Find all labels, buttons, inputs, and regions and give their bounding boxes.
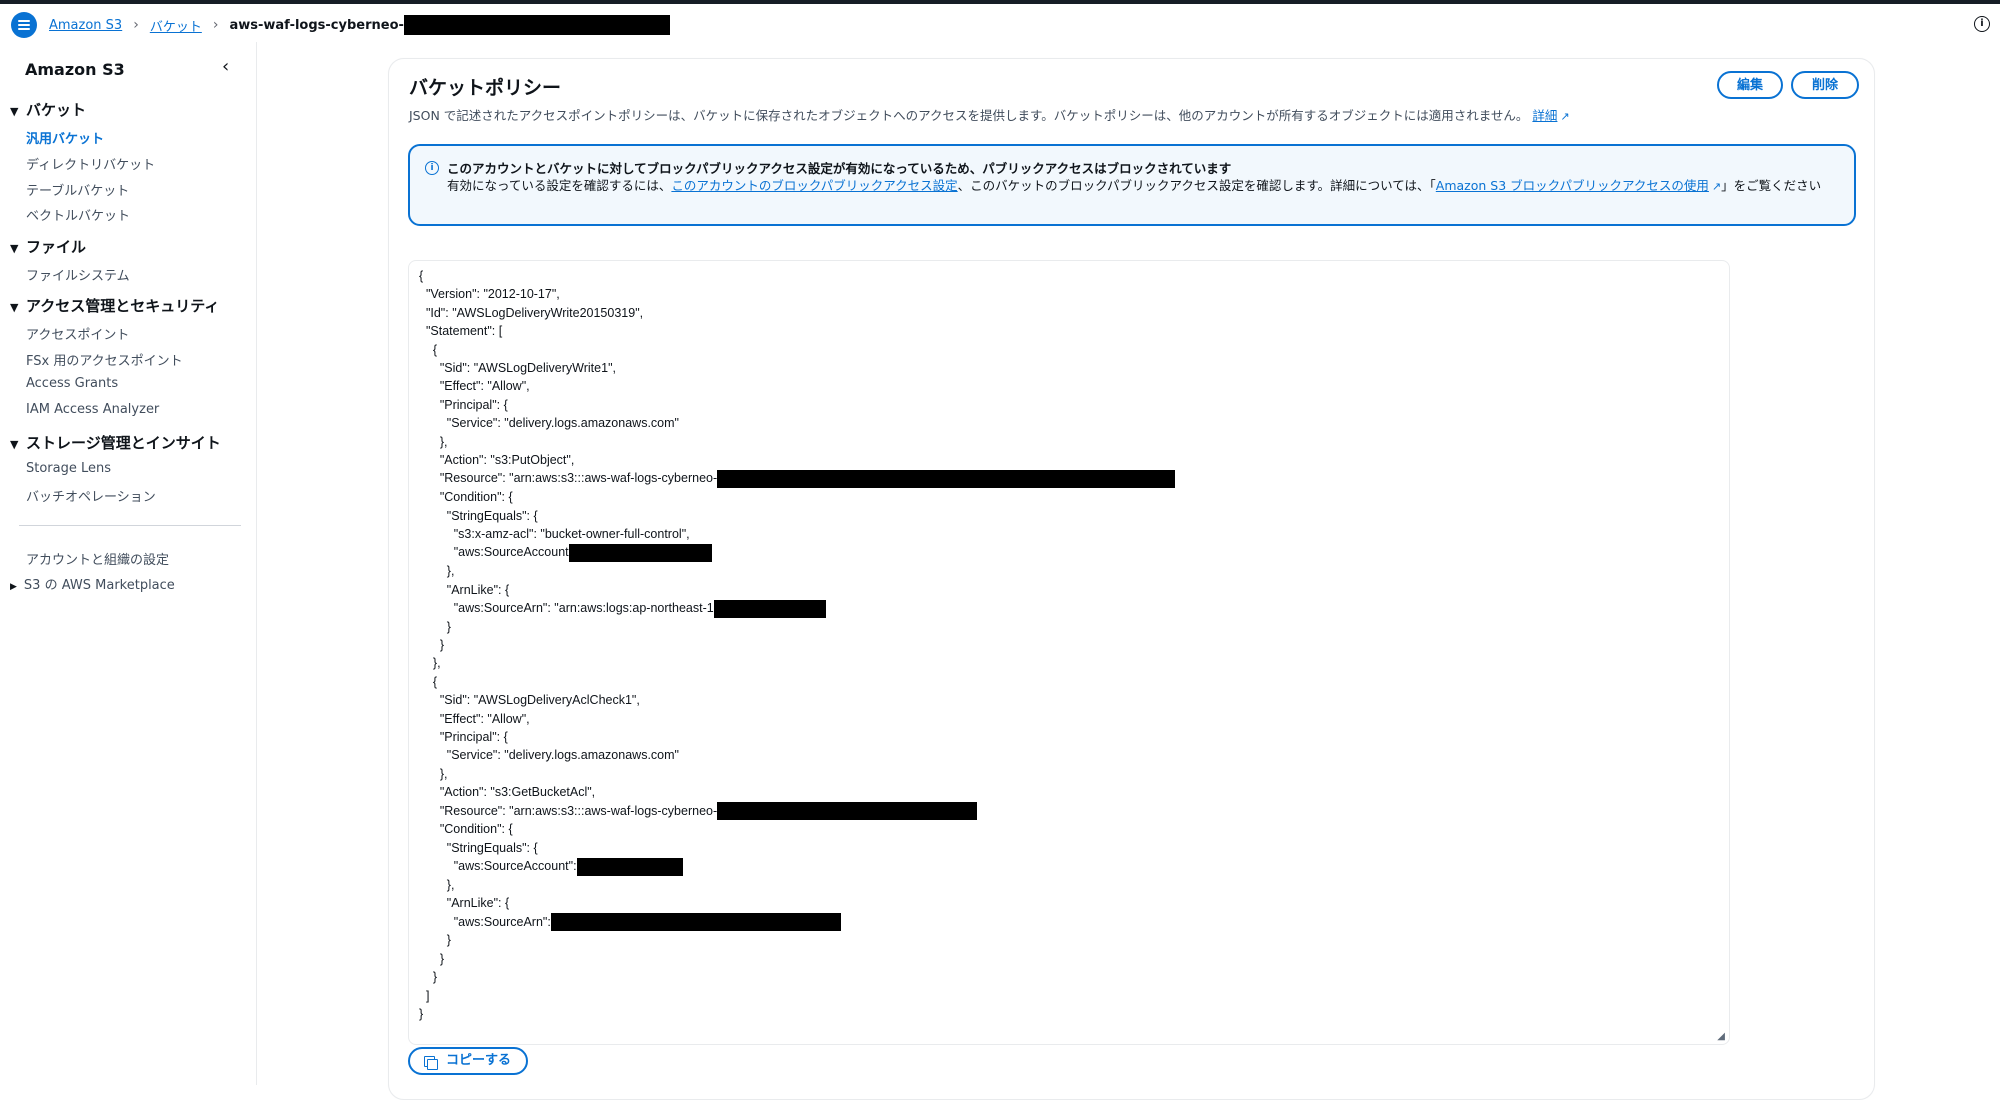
account-bpa-settings-link[interactable]: このアカウントのブロックパブリックアクセス設定	[671, 178, 957, 193]
policy-json-viewer[interactable]: { "Version": "2012-10-17", "Id": "AWSLog…	[408, 260, 1730, 1045]
breadcrumb-current: aws-waf-logs-cyberneo-	[229, 17, 404, 33]
sidebar-item-table-buckets[interactable]: テーブルバケット	[26, 180, 129, 199]
menu-icon[interactable]	[11, 12, 37, 38]
redacted-block	[550, 913, 841, 932]
info-alert: i このアカウントとバケットに対してブロックパブリックアクセス設定が有効になって…	[408, 144, 1856, 226]
redacted-block	[717, 802, 978, 821]
caret-down-icon: ▼	[10, 438, 19, 451]
sidebar-item-account-org-settings[interactable]: アカウントと組織の設定	[26, 549, 169, 568]
s3-bpa-docs-link[interactable]: Amazon S3 ブロックパブリックアクセスの使用	[1436, 178, 1709, 193]
sidebar: Amazon S3 ‹ ▼ バケット 汎用バケット ディレクトリバケット テーブル…	[0, 42, 257, 1085]
header: Amazon S3 › バケット › aws-waf-logs-cyberneo…	[0, 4, 2000, 42]
caret-right-icon: ▶	[10, 582, 17, 592]
copy-button[interactable]: コピーする	[408, 1047, 528, 1075]
redacted-block	[568, 544, 712, 563]
caret-down-icon: ▼	[10, 242, 19, 255]
sidebar-item-general-purpose-buckets[interactable]: 汎用バケット	[26, 128, 104, 147]
chevron-right-icon: ›	[212, 17, 219, 33]
redacted-block	[403, 15, 670, 35]
policy-json: { "Version": "2012-10-17", "Id": "AWSLog…	[419, 267, 1176, 1023]
details-link[interactable]: 詳細	[1532, 108, 1557, 123]
info-icon[interactable]: i	[1974, 16, 1990, 32]
redacted-block	[717, 470, 1176, 489]
bucket-policy-panel: バケットポリシー JSON で記述されたアクセスポイントポリシーは、バケットに保…	[388, 58, 1875, 1100]
sidebar-divider	[19, 525, 241, 526]
sidebar-item-vector-buckets[interactable]: ベクトルバケット	[26, 205, 130, 224]
sidebar-item-access-points[interactable]: アクセスポイント	[26, 324, 129, 343]
copy-button-label: コピーする	[446, 1053, 512, 1068]
breadcrumb: Amazon S3 › バケット › aws-waf-logs-cyberneo…	[49, 13, 670, 37]
panel-title: バケットポリシー	[409, 77, 562, 99]
breadcrumb-amazon-s3[interactable]: Amazon S3	[49, 18, 122, 33]
sidebar-title: Amazon S3	[25, 60, 125, 79]
redacted-block	[576, 857, 683, 876]
resize-handle-icon[interactable]: ◢	[1717, 1031, 1725, 1042]
sidebar-section-storage-insights[interactable]: ▼ ストレージ管理とインサイト	[10, 432, 221, 453]
delete-button[interactable]: 削除	[1791, 71, 1859, 99]
sidebar-item-batch-operations[interactable]: バッチオペレーション	[26, 486, 156, 505]
alert-body: 有効になっている設定を確認するには、このアカウントのブロックパブリックアクセス設…	[447, 177, 1837, 196]
sidebar-item-iam-access-analyzer[interactable]: IAM Access Analyzer	[26, 402, 159, 417]
external-link-icon: ↗	[1711, 180, 1722, 193]
caret-down-icon: ▼	[10, 105, 19, 118]
external-link-icon: ↗	[1560, 110, 1570, 123]
sidebar-item-directory-buckets[interactable]: ディレクトリバケット	[26, 154, 155, 173]
sidebar-item-access-grants[interactable]: Access Grants	[26, 376, 118, 391]
sidebar-item-fsx-access-points[interactable]: FSx 用のアクセスポイント	[26, 350, 183, 369]
sidebar-section-buckets[interactable]: ▼ バケット	[10, 99, 86, 120]
sidebar-item-storage-lens[interactable]: Storage Lens	[26, 461, 111, 476]
info-icon: i	[425, 161, 439, 175]
sidebar-section-access-security[interactable]: ▼ アクセス管理とセキュリティ	[10, 295, 219, 316]
chevron-right-icon: ›	[133, 17, 139, 33]
sidebar-item-aws-marketplace[interactable]: ▶ S3 の AWS Marketplace	[10, 574, 175, 593]
panel-description: JSON で記述されたアクセスポイントポリシーは、バケットに保存されたオブジェク…	[409, 108, 1570, 123]
breadcrumb-buckets[interactable]: バケット	[150, 16, 202, 35]
alert-title: このアカウントとバケットに対してブロックパブリックアクセス設定が有効になっている…	[447, 161, 1232, 176]
redacted-block	[713, 599, 826, 618]
caret-down-icon: ▼	[10, 301, 19, 314]
sidebar-section-files[interactable]: ▼ ファイル	[10, 236, 86, 257]
copy-icon	[424, 1056, 438, 1070]
edit-button[interactable]: 編集	[1717, 71, 1783, 99]
sidebar-item-file-systems[interactable]: ファイルシステム	[26, 265, 130, 284]
collapse-sidebar-icon[interactable]: ‹	[222, 56, 229, 77]
